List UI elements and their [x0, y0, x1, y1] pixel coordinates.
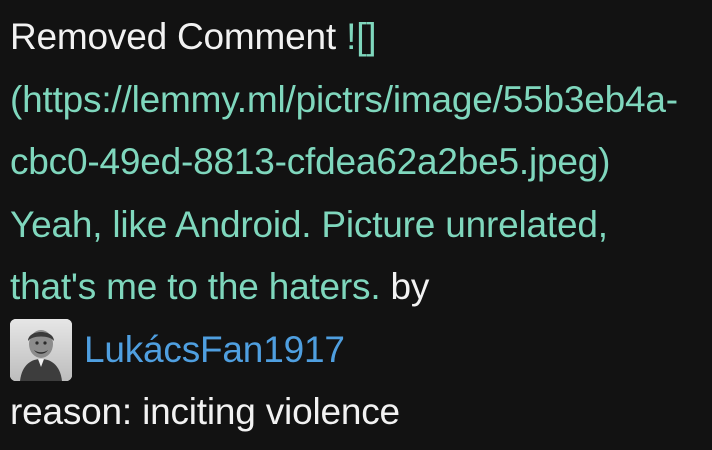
removed-comment-card: Removed Comment ![](https://lemmy.ml/pic…	[0, 0, 712, 450]
author-row: LukácsFan1917	[10, 318, 702, 381]
removed-comment-label: Removed Comment	[10, 16, 337, 57]
removal-reason: reason: inciting violence	[10, 390, 400, 432]
comment-link[interactable]: ![](https://lemmy.ml/pictrs/image/55b3eb…	[10, 16, 678, 307]
avatar[interactable]	[10, 318, 72, 381]
user-avatar-portrait-icon	[10, 318, 72, 381]
by-label: by	[390, 266, 430, 307]
comment-summary: Removed Comment ![](https://lemmy.ml/pic…	[10, 6, 702, 319]
author-link[interactable]: LukácsFan1917	[84, 329, 345, 371]
